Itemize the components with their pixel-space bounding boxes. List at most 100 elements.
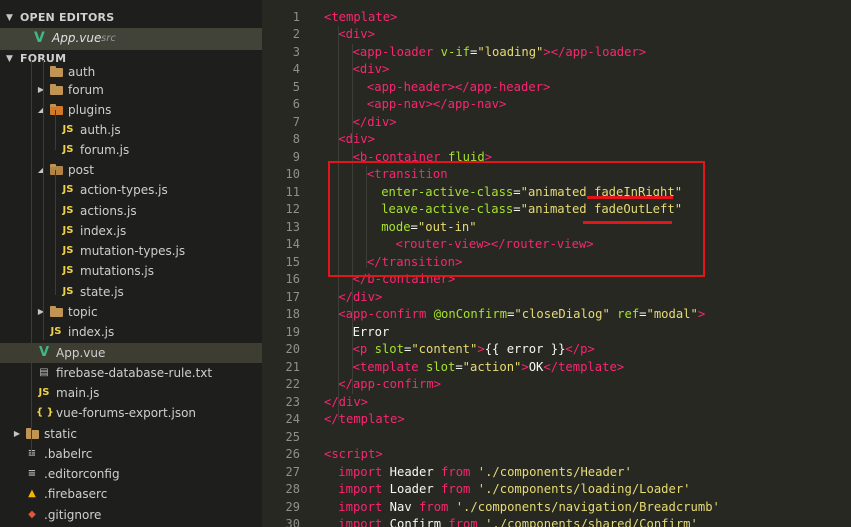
code-token: slot — [374, 342, 404, 356]
code-token: {{ error }} — [484, 342, 566, 356]
code-token: './components/navigation/Breadcrumb' — [455, 499, 720, 514]
chevron-right-icon[interactable]: ▶ — [36, 302, 46, 322]
file-item-action-types-js[interactable]: JS action-types.js — [0, 180, 262, 200]
js-file-icon: JS — [62, 225, 74, 236]
folder-item-auth[interactable]: auth — [0, 62, 262, 82]
code-token: <div> — [338, 27, 375, 41]
line-number: 22 — [285, 377, 300, 391]
code-token: <app-header></app-header> — [366, 79, 551, 94]
chevron-down-icon[interactable]: ◢ — [36, 100, 46, 120]
code-line: import Loader from './components/loading… — [338, 481, 690, 499]
code-line: </template> — [324, 411, 405, 429]
config-file-icon: ≡ — [24, 444, 40, 464]
code-token: > — [697, 307, 706, 321]
code-token: <div> — [352, 62, 390, 76]
line-number: 23 — [285, 394, 300, 409]
file-item-forum-js[interactable]: JS forum.js — [0, 140, 262, 160]
folder-item-plugins[interactable]: ◢ plugins — [0, 100, 262, 120]
line-number: 26 — [285, 447, 300, 461]
code-token: > — [521, 359, 529, 374]
chevron-right-icon[interactable]: ▶ — [12, 424, 22, 444]
tree-item-label: mutations.js — [80, 264, 154, 278]
file-item-actions-js[interactable]: JS actions.js — [0, 201, 262, 221]
code-line: import Nav from './components/navigation… — [338, 499, 720, 517]
code-line: <p slot="content">{{ error }}</p> — [353, 341, 595, 359]
file-item-gitignore[interactable]: ◆ .gitignore — [0, 505, 262, 525]
file-item-app-vue[interactable]: V App.vue — [0, 343, 262, 363]
file-item-firebaserc[interactable]: ▲ .firebaserc — [0, 484, 262, 504]
folder-item-static[interactable]: ▶ static — [0, 424, 262, 444]
file-item-vue-forums-export-json[interactable]: { } vue-forums-export.json — [0, 403, 262, 423]
file-item-index-js[interactable]: JS index.js — [0, 322, 262, 342]
code-token: from — [441, 482, 478, 496]
code-token: <template — [352, 359, 426, 374]
file-item-auth-js[interactable]: JS auth.js — [0, 120, 262, 140]
code-token: from — [441, 464, 478, 479]
code-token: "action" — [462, 359, 522, 374]
js-file-icon: JS — [62, 124, 74, 135]
folder-open-icon — [50, 104, 63, 115]
tree-item-label: state.js — [80, 285, 124, 299]
code-line: <app-nav></app-nav> — [367, 96, 506, 114]
open-editors-header[interactable]: ▼ OPEN EDITORS — [0, 8, 262, 28]
file-item-firebase-database-rule-txt[interactable]: ▤ firebase-database-rule.txt — [0, 363, 262, 383]
line-number: 15 — [285, 254, 300, 269]
open-editor-item[interactable]: V App.vue src — [0, 28, 262, 50]
tree-item-label: firebase-database-rule.txt — [56, 366, 213, 380]
code-token: </p> — [565, 342, 595, 356]
file-item-state-js[interactable]: JS state.js — [0, 282, 262, 302]
js-file-icon: JS — [62, 184, 74, 195]
highlight-annotation-box — [328, 161, 705, 277]
vue-file-icon: V — [38, 345, 50, 360]
tree-item-label: .gitignore — [44, 508, 102, 522]
code-line: <app-header></app-header> — [367, 79, 550, 97]
line-number: 30 — [285, 517, 300, 527]
js-file-icon: JS — [50, 326, 62, 337]
tree-item-label: static — [44, 427, 77, 441]
file-item-index-js[interactable]: JS index.js — [0, 221, 262, 241]
folder-item-topic[interactable]: ▶ topic — [0, 302, 262, 322]
code-line: Error — [353, 324, 390, 342]
code-token: ref — [617, 307, 640, 321]
code-token: from — [419, 499, 456, 514]
line-number: 20 — [285, 342, 300, 356]
folder-icon — [50, 66, 63, 77]
file-item-mutations-js[interactable]: JS mutations.js — [0, 261, 262, 281]
tree-item-label: .firebaserc — [44, 487, 108, 501]
line-number: 19 — [285, 324, 300, 339]
js-file-icon: JS — [62, 245, 74, 256]
open-editor-filename: App.vue — [52, 31, 102, 45]
file-item-editorconfig[interactable]: ≡ .editorconfig — [0, 464, 262, 484]
tree-indent-guide — [55, 110, 56, 150]
line-number: 10 — [285, 167, 300, 181]
tree-item-label: .editorconfig — [44, 467, 120, 481]
tree-item-label: auth.js — [80, 123, 121, 137]
folder-item-post[interactable]: ◢ post — [0, 160, 262, 180]
line-number: 13 — [285, 219, 300, 234]
line-number: 12 — [285, 202, 300, 216]
code-token: "modal" — [646, 307, 698, 321]
line-number: 11 — [285, 184, 300, 199]
chevron-right-icon[interactable]: ▶ — [36, 80, 46, 100]
file-item-babelrc[interactable]: ≡ .babelrc — [0, 444, 262, 464]
code-token: import — [338, 499, 390, 514]
code-token: Header — [389, 464, 442, 479]
code-token: import — [338, 464, 390, 479]
line-number: 14 — [285, 237, 300, 251]
chevron-down-icon[interactable]: ◢ — [36, 160, 46, 180]
code-line: </div> — [324, 394, 368, 412]
folder-item-forum[interactable]: ▶ forum — [0, 80, 262, 100]
code-token: </app-confirm> — [338, 377, 442, 391]
folder-icon — [50, 84, 63, 95]
file-item-mutation-types-js[interactable]: JS mutation-types.js — [0, 241, 262, 261]
tree-item-label: mutation-types.js — [80, 244, 186, 258]
file-item-main-js[interactable]: JS main.js — [0, 383, 262, 403]
tree-item-label: forum.js — [80, 143, 130, 157]
vue-file-icon: V — [34, 30, 45, 46]
code-token: from — [448, 517, 486, 527]
highlight-underline — [587, 196, 673, 199]
folder-icon — [26, 428, 39, 439]
line-number: 27 — [285, 464, 300, 479]
line-number: 5 — [292, 79, 300, 94]
code-line: </div> — [338, 289, 382, 307]
